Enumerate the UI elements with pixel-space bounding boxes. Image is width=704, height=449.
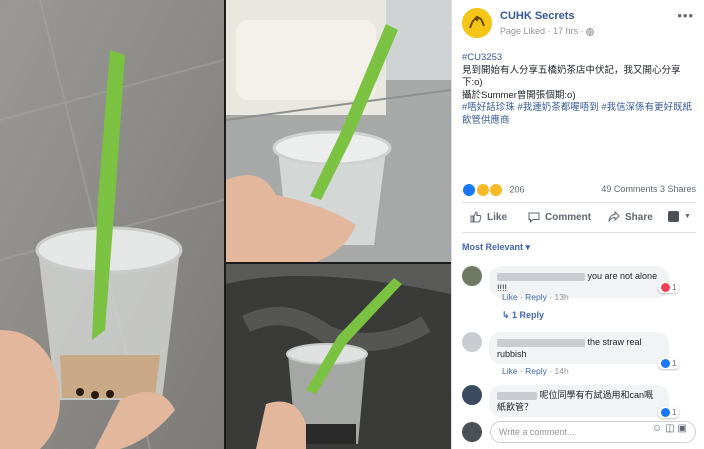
post-hashtag[interactable]: #CU3253 (462, 52, 696, 65)
comment-time[interactable]: 13h (554, 292, 568, 302)
post-tags[interactable]: #唔好話珍珠 #我連奶茶都喔唔到 #我信深係有更好既紙飲管供應商 (462, 102, 696, 127)
comment-button-label: Comment (545, 211, 592, 223)
comment-bubble: 呢位同學有冇試過用和can嘅紙飲管？ (489, 385, 669, 417)
like-reaction-icon (462, 183, 476, 197)
page-avatar[interactable] (462, 8, 492, 38)
comment-like-link[interactable]: Like (502, 292, 518, 302)
page-liked-status[interactable]: Page Liked (500, 26, 545, 36)
comment-text-a: the straw real (587, 337, 642, 347)
redacted-name (497, 391, 537, 400)
reaction-summary[interactable]: 206 49 Comments 3 Shares (462, 183, 696, 197)
comment-reaction-badge[interactable]: 1 (658, 282, 680, 293)
divider (462, 232, 696, 233)
divider (462, 202, 696, 203)
page-name-link[interactable]: CUHK Secrets (500, 10, 575, 22)
comment-time[interactable]: 14h (554, 366, 568, 376)
photo-bottom-right-cup[interactable] (226, 264, 451, 449)
post-line-1: 見到開始有人分享五橋奶茶店中伏記，我又開心分享下:o) (462, 64, 681, 89)
wow-reaction-icon (489, 183, 504, 197)
reaction-count[interactable]: 206 (510, 184, 525, 194)
post-side-panel: CUHK Secrets Page Liked · 17 hrs · ••• #… (451, 0, 704, 449)
post-line-2: 攝於Summer曾開張個期:o) (462, 89, 576, 101)
gif-icon[interactable]: ▣ (678, 423, 690, 434)
comment-reply-link[interactable]: Reply (525, 366, 547, 376)
shares-count[interactable]: 3 Shares (660, 184, 696, 194)
commenter-avatar[interactable] (462, 266, 482, 286)
share-button[interactable]: Share (608, 211, 653, 223)
comments-shares-count: 49 Comments 3 Shares (601, 184, 696, 194)
comment-reaction-badge[interactable]: 1 (658, 358, 680, 369)
commenter-avatar[interactable] (462, 332, 482, 352)
view-replies-link[interactable]: ↳ 1 Reply (502, 310, 544, 321)
comment-meta: Like · Reply · 13h (502, 292, 569, 302)
post-action-bar: Like Comment Share ▼ (462, 207, 696, 229)
redacted-name (497, 272, 585, 281)
post-text: #CU3253 見到開始有人分享五橋奶茶店中伏記，我又開心分享下:o) 攝於Su… (462, 52, 696, 127)
share-icon (608, 211, 620, 222)
post-time[interactable]: 17 hrs (553, 26, 578, 36)
comment-item: the straw real rubbish 1 Like · Reply · … (462, 332, 696, 378)
comment-text-b: rubbish (497, 349, 527, 359)
comment-sort-dropdown[interactable]: Most Relevant ▾ (462, 242, 530, 253)
comment-item: 呢位同學有冇試過用和can嘅紙飲管？ 1 (462, 385, 696, 418)
like-button-label: Like (487, 211, 508, 223)
post-header: CUHK Secrets Page Liked · 17 hrs · ••• (462, 8, 696, 42)
comment-icon (528, 212, 540, 223)
comment-item: you are not alone !!!! 1 Like · Reply · … (462, 266, 696, 306)
comment-like-link[interactable]: Like (502, 366, 518, 376)
chevron-down-icon: ▼ (684, 213, 691, 220)
like-reaction-icon (661, 408, 670, 417)
comment-meta: Like · Reply · 14h (502, 366, 569, 376)
heart-reaction-icon (661, 283, 670, 292)
profile-thumb-icon (668, 211, 679, 222)
globe-icon (586, 26, 595, 36)
comment-bubble: the straw real rubbish (489, 332, 669, 364)
photo-top-right-cup[interactable] (226, 0, 451, 262)
write-comment-bar: Write a comment... ☺◫▣ (462, 419, 696, 445)
comment-button[interactable]: Comment (528, 211, 591, 223)
user-avatar (462, 422, 482, 442)
like-reaction-icon (661, 359, 670, 368)
comment-reaction-badge[interactable]: 1 (658, 407, 680, 418)
comment-input-icons: ☺◫▣ (652, 423, 690, 434)
comment-reply-link[interactable]: Reply (525, 292, 547, 302)
post-meta: Page Liked · 17 hrs · (500, 26, 595, 36)
post-photo-collage[interactable] (0, 0, 451, 449)
like-button[interactable]: Like (470, 211, 507, 223)
post-as-selector[interactable]: ▼ (668, 211, 691, 222)
emoji-icon[interactable]: ☺ (652, 423, 665, 434)
photo-left-cup-hand[interactable] (0, 0, 224, 449)
redacted-name (497, 338, 585, 347)
commenter-avatar[interactable] (462, 385, 482, 405)
ellipsis-icon[interactable]: ••• (677, 8, 694, 23)
share-button-label: Share (625, 211, 653, 223)
comments-count[interactable]: 49 Comments (601, 184, 657, 194)
camera-icon[interactable]: ◫ (665, 423, 677, 434)
haha-reaction-icon (475, 183, 490, 197)
thumbs-up-icon (470, 211, 482, 223)
reply-arrow-icon: ↳ (502, 310, 513, 320)
